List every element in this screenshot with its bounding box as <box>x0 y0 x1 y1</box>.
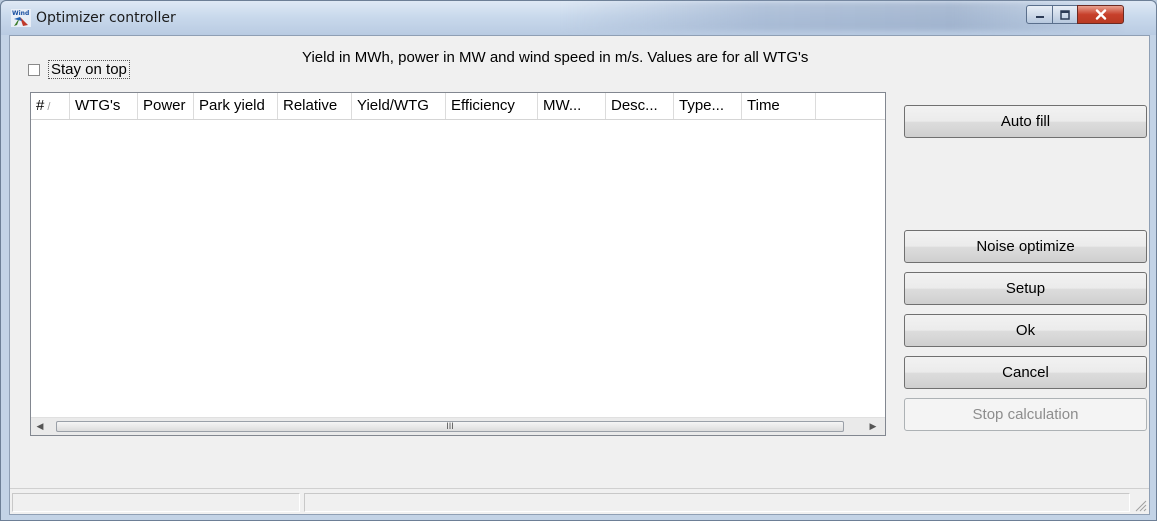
scrollbar-grip-icon: III <box>446 421 454 431</box>
horizontal-scrollbar[interactable]: ◀ III ▶ <box>31 417 885 435</box>
window-title: Optimizer controller <box>36 10 176 26</box>
cancel-button[interactable]: Cancel <box>904 356 1147 389</box>
dialog-client-area: Stay on top Yield in MWh, power in MW an… <box>9 35 1150 515</box>
col-header-park-yield[interactable]: Park yield <box>194 93 278 119</box>
col-header-power[interactable]: Power <box>138 93 194 119</box>
col-header-type[interactable]: Type... <box>674 93 742 119</box>
noise-optimize-button[interactable]: Noise optimize <box>904 230 1147 263</box>
col-header-wtgs[interactable]: WTG's <box>70 93 138 119</box>
maximize-icon <box>1060 9 1070 20</box>
stay-on-top-checkbox[interactable]: Stay on top <box>28 60 130 79</box>
status-panel-2 <box>304 493 1130 512</box>
checkbox-box[interactable] <box>28 63 40 76</box>
resize-grip-icon[interactable] <box>1133 498 1147 512</box>
close-icon <box>1095 9 1106 20</box>
stop-calculation-button[interactable]: Stop calculation <box>904 398 1147 431</box>
ok-button[interactable]: Ok <box>904 314 1147 347</box>
units-info-text: Yield in MWh, power in MW and wind speed… <box>302 49 809 66</box>
col-header-yield-per-wtg[interactable]: Yield/WTG <box>352 93 446 119</box>
list-body[interactable] <box>31 119 885 409</box>
stay-on-top-label[interactable]: Stay on top <box>48 60 130 79</box>
status-panel-1 <box>12 493 300 512</box>
auto-fill-button[interactable]: Auto fill <box>904 105 1147 138</box>
col-header-relative[interactable]: Relative <box>278 93 352 119</box>
scrollbar-thumb[interactable]: III <box>56 421 844 432</box>
col-header-time[interactable]: Time <box>742 93 816 119</box>
col-header-number[interactable]: # / <box>31 93 70 119</box>
sort-indicator-icon: / <box>47 101 51 113</box>
close-button[interactable] <box>1077 5 1124 24</box>
scroll-right-arrow-icon[interactable]: ▶ <box>867 420 879 432</box>
optimizer-window: Wind Optimizer controller Stay on top Yi… <box>0 0 1157 521</box>
svg-text:Wind: Wind <box>12 10 29 17</box>
windpro-app-icon: Wind <box>11 9 31 27</box>
minimize-button[interactable] <box>1026 5 1053 24</box>
title-bar[interactable]: Wind Optimizer controller <box>1 1 1156 35</box>
list-header: # / WTG's Power Park yield Relative Yield… <box>31 93 885 120</box>
maximize-button[interactable] <box>1052 5 1078 24</box>
col-header-description[interactable]: Desc... <box>606 93 674 119</box>
col-header-efficiency[interactable]: Efficiency <box>446 93 538 119</box>
minimize-icon <box>1035 15 1044 18</box>
scroll-left-arrow-icon[interactable]: ◀ <box>34 420 46 432</box>
col-header-mw[interactable]: MW... <box>538 93 606 119</box>
setup-button[interactable]: Setup <box>904 272 1147 305</box>
results-list[interactable]: # / WTG's Power Park yield Relative Yield… <box>30 92 886 436</box>
status-bar <box>10 488 1149 514</box>
